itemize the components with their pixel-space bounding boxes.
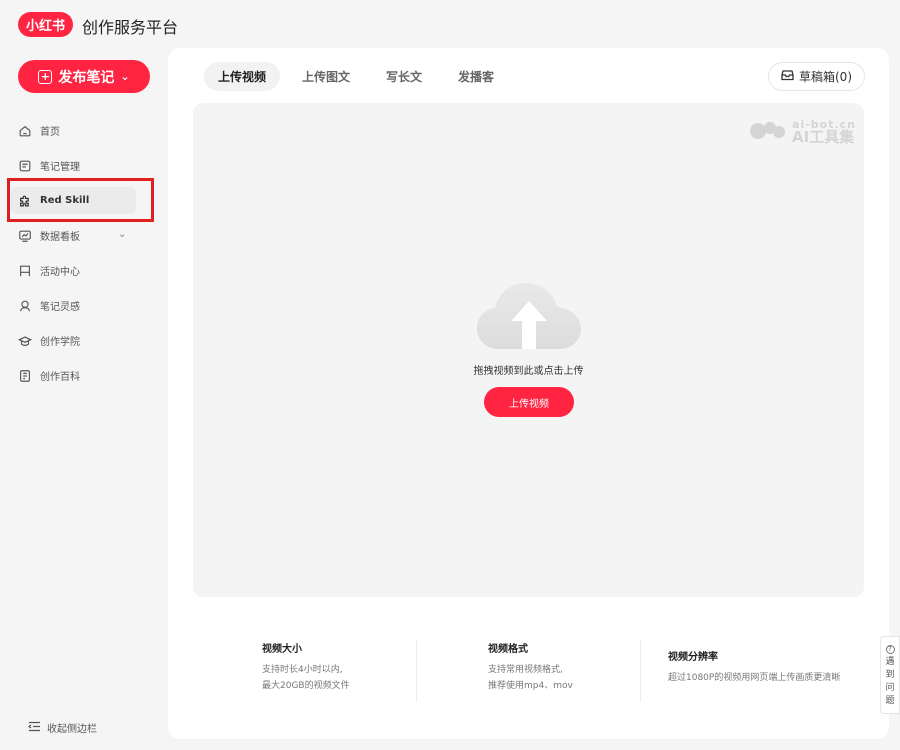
info-line: 支持常用视频格式,: [488, 665, 563, 675]
chevron-down-icon: ⌄: [120, 70, 130, 83]
sidebar-item-label: 创作百科: [40, 372, 80, 383]
question-icon: ?: [885, 645, 895, 654]
sidebar-item-note-management[interactable]: 笔记管理: [0, 148, 168, 183]
upload-drop-zone[interactable]: ai-bot.cn AI工具集 拖拽视频到此或点击上传 上传视频: [193, 103, 864, 597]
tab-write-long-article[interactable]: 写长文: [372, 62, 436, 91]
top-header: 小红书 创作服务平台: [0, 0, 900, 48]
sidebar-item-activity-center[interactable]: 活动中心: [0, 253, 168, 288]
drafts-box-icon: [781, 69, 794, 84]
app-title: 创作服务平台: [82, 18, 179, 37]
notes-icon: [18, 159, 32, 173]
info-title: 视频格式: [488, 644, 528, 655]
flag-icon: [18, 264, 32, 278]
sidebar-item-home[interactable]: 首页: [0, 113, 168, 148]
plus-icon: +: [38, 69, 53, 84]
sidebar-item-label: 数据看板: [40, 232, 80, 243]
info-line: 超过1080P的视频用网页端上传画质更清晰: [668, 673, 841, 683]
sidebar-item-red-skill[interactable]: Red Skill: [0, 183, 168, 218]
chevron-down-icon[interactable]: ⌄: [118, 229, 126, 240]
watermark-name: AI工具集: [792, 128, 855, 146]
collapse-icon: [28, 721, 41, 735]
feedback-char: 题: [885, 696, 895, 706]
publish-note-button[interactable]: + 发布笔记 ⌄: [18, 60, 150, 93]
info-line: 最大20GB的视频文件: [262, 681, 350, 691]
sidebar-item-label: 创作学院: [40, 337, 80, 348]
sidebar-item-creator-academy[interactable]: 创作学院: [0, 323, 168, 358]
watermark: ai-bot.cn AI工具集: [748, 119, 856, 145]
sidebar-item-creator-wiki[interactable]: 创作百科: [0, 358, 168, 393]
chart-icon: [18, 229, 32, 243]
xiaohongshu-logo[interactable]: 小红书: [18, 12, 73, 37]
watermark-text: ai-bot.cn AI工具集: [792, 119, 856, 145]
video-format-info: 视频格式 支持常用视频格式, 推荐使用mp4、mov: [488, 640, 573, 704]
upload-hint-text: 拖拽视频到此或点击上传: [473, 366, 584, 377]
tab-upload-video[interactable]: 上传视频: [204, 62, 281, 91]
sidebar-nav: 首页 笔记管理 Red Skill 数据看板 ⌄ 活动中心 笔记灵感 创作学院 …: [0, 113, 168, 393]
video-requirements: 视频大小 支持时长4小时以内, 最大20GB的视频文件 视频格式 支持常用视频格…: [168, 640, 889, 704]
divider: [640, 640, 641, 702]
tab-upload-image-text[interactable]: 上传图文: [288, 62, 364, 91]
puzzle-icon: [18, 194, 32, 208]
info-line: 推荐使用mp4、mov: [488, 681, 573, 691]
sidebar-item-label: Red Skill: [40, 195, 90, 206]
sidebar-item-label: 活动中心: [40, 267, 80, 278]
feedback-char: 遇: [885, 657, 895, 667]
home-icon: [18, 124, 32, 138]
info-title: 视频大小: [262, 644, 302, 655]
upload-tabs: 上传视频 上传图文 写长文 发播客: [204, 62, 508, 91]
feedback-char: 问: [885, 683, 895, 693]
sidebar-item-label: 首页: [40, 127, 60, 138]
watermark-logo-icon: [748, 119, 788, 145]
collapse-label: 收起侧边栏: [47, 724, 97, 735]
cloud-upload-icon: [477, 283, 581, 349]
sidebar-item-label: 笔记灵感: [40, 302, 80, 313]
video-resolution-info: 视频分辨率 超过1080P的视频用网页端上传画质更清晰: [668, 648, 840, 712]
inspiration-icon: [18, 299, 32, 313]
tab-publish-podcast[interactable]: 发播客: [444, 62, 508, 91]
info-line: 支持时长4小时以内,: [262, 665, 343, 675]
book-icon: [18, 369, 32, 383]
drafts-button[interactable]: 草稿箱(0): [768, 62, 865, 91]
collapse-sidebar-button[interactable]: 收起侧边栏: [28, 720, 97, 735]
info-title: 视频分辨率: [668, 652, 718, 663]
divider: [416, 640, 417, 702]
upload-video-button[interactable]: 上传视频: [484, 387, 574, 417]
feedback-char: 到: [885, 670, 895, 680]
main-panel: 上传视频 上传图文 写长文 发播客 草稿箱(0) ai-bot.cn AI工具集: [168, 48, 889, 739]
video-size-info: 视频大小 支持时长4小时以内, 最大20GB的视频文件: [262, 640, 350, 704]
graduation-icon: [18, 334, 32, 348]
sidebar-item-data-dashboard[interactable]: 数据看板 ⌄: [0, 218, 168, 253]
sidebar-item-label: 笔记管理: [40, 162, 80, 173]
sidebar-item-note-inspiration[interactable]: 笔记灵感: [0, 288, 168, 323]
drafts-label: 草稿箱(0): [799, 70, 852, 84]
publish-label: 发布笔记: [58, 69, 115, 86]
feedback-button[interactable]: ? 遇 到 问 题: [880, 636, 900, 714]
